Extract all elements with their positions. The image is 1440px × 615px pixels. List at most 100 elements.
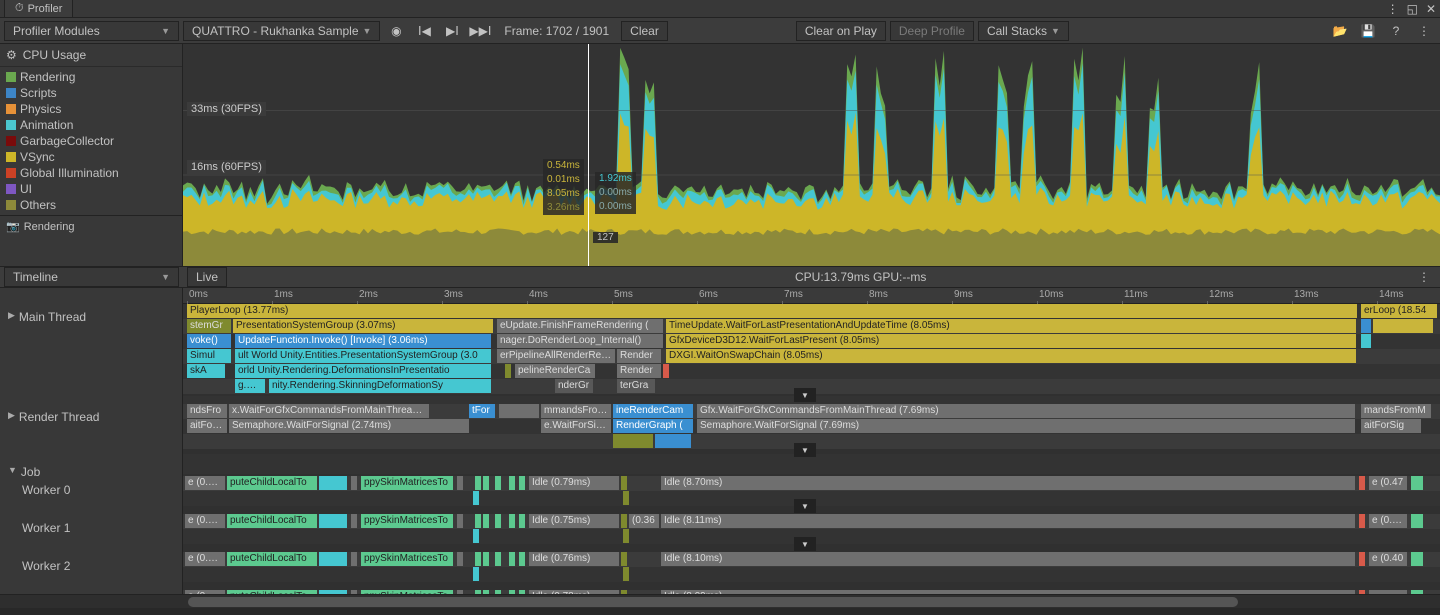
timeline-bar[interactable] <box>473 491 479 505</box>
timeline-bar[interactable]: x.WaitForGfxCommandsFromMainThread (2.74 <box>229 404 429 418</box>
legend-item[interactable]: Physics <box>0 101 182 117</box>
timeline-bar[interactable] <box>663 364 669 378</box>
timeline-bar[interactable] <box>351 552 357 566</box>
timeline-bar[interactable]: Render <box>617 364 661 378</box>
timeline-bar[interactable] <box>509 552 515 566</box>
timeline-bar[interactable] <box>473 529 479 543</box>
timeline-bar[interactable] <box>1373 319 1433 333</box>
record-button[interactable]: ◉ <box>384 22 408 40</box>
legend-item[interactable]: VSync <box>0 149 182 165</box>
timeline-bar[interactable] <box>495 476 501 490</box>
timeline-bar[interactable]: nager.DoRenderLoop_Internal() <box>497 334 663 348</box>
tracks-area[interactable]: 0ms1ms2ms3ms4ms5ms6ms7ms8ms9ms10ms11ms12… <box>183 288 1440 594</box>
rendering-module-header[interactable]: 📷 Rendering <box>0 215 182 237</box>
timeline-bar[interactable] <box>495 514 501 528</box>
legend-item[interactable]: UI <box>0 181 182 197</box>
timeline-bar[interactable]: tFor <box>469 404 495 418</box>
timeline-bar[interactable]: puteChildLocalTo <box>227 514 317 528</box>
timeline-bar[interactable] <box>1411 476 1423 490</box>
timeline-bar[interactable]: DXGI.WaitOnSwapChain (8.05ms) <box>666 349 1356 363</box>
timeline-bar[interactable] <box>621 476 627 490</box>
timeline-bar[interactable] <box>1359 514 1365 528</box>
timeline-bar[interactable] <box>457 514 463 528</box>
timeline-bar[interactable]: PresentationSystemGroup (3.07ms) <box>233 319 493 333</box>
timeline-bar[interactable] <box>495 552 501 566</box>
timeline-bar[interactable]: stemGr <box>187 319 231 333</box>
timeline-bar[interactable]: Semaphore.WaitForSignal (7.69ms) <box>697 419 1355 433</box>
cpu-chart[interactable]: 33ms (30FPS) 16ms (60FPS) 0.54ms 0.01ms … <box>183 44 1440 266</box>
timeline-bar[interactable]: terGra <box>617 379 655 393</box>
timeline-bar[interactable] <box>319 552 347 566</box>
timeline-bar[interactable]: e (0.45m <box>185 476 225 490</box>
h-scrollbar[interactable] <box>0 594 1440 608</box>
timeline-bar[interactable] <box>483 514 489 528</box>
timeline-bar[interactable]: Gfx.WaitForGfxCommandsFromMainThread (7.… <box>697 404 1355 418</box>
timeline-bar[interactable] <box>483 552 489 566</box>
timeline-bar[interactable] <box>499 404 539 418</box>
track-expand-button[interactable]: ▼ <box>794 443 816 457</box>
legend-item[interactable]: Scripts <box>0 85 182 101</box>
worker1-label[interactable]: Worker 1 <box>0 517 182 539</box>
timeline-bar[interactable] <box>519 552 525 566</box>
timeline-bar[interactable]: Idle (0.79ms) <box>529 476 619 490</box>
timeline-bar[interactable]: pelineRenderCa <box>515 364 595 378</box>
timeline-bar[interactable] <box>1359 476 1365 490</box>
timeline-bar[interactable] <box>623 529 629 543</box>
timeline-bar[interactable]: e.WaitForSigna <box>541 419 611 433</box>
timeline-bar[interactable]: ndsFro <box>187 404 227 418</box>
timeline-bar[interactable] <box>475 476 481 490</box>
timeline-bar[interactable]: PlayerLoop (13.77ms) <box>187 304 1357 318</box>
timeline-bar[interactable] <box>509 514 515 528</box>
timeline-bar[interactable] <box>509 476 515 490</box>
target-dropdown[interactable]: QUATTRO - Rukhanka Sample ▼ <box>183 21 380 41</box>
timeline-bar[interactable]: ppySkinMatricesTo <box>361 552 453 566</box>
worker0-label[interactable]: Worker 0 <box>0 479 182 501</box>
timeline-bar[interactable] <box>1359 552 1365 566</box>
timeline-bar[interactable]: e (0.40 <box>1369 552 1407 566</box>
timeline-bar[interactable]: Idle (0.75ms) <box>529 514 619 528</box>
profiler-tab[interactable]: ⏱ Profiler <box>4 0 73 18</box>
frame-end-button[interactable]: ▶▶Ⅰ <box>468 22 492 40</box>
timeline-bar[interactable] <box>475 552 481 566</box>
main-thread-label[interactable]: ▶ Main Thread <box>0 306 182 328</box>
timeline-bar[interactable] <box>1411 552 1423 566</box>
timeline-bar[interactable]: Idle (8.10ms) <box>661 552 1355 566</box>
timeline-bar[interactable]: skA <box>187 364 225 378</box>
load-icon[interactable]: 📂 <box>1328 22 1352 40</box>
timeline-bar[interactable] <box>1411 514 1423 528</box>
timeline-bar[interactable]: (0.36 <box>629 514 659 528</box>
clear-button[interactable]: Clear <box>621 21 668 41</box>
cpu-usage-header[interactable]: ⚙ CPU Usage <box>0 44 182 67</box>
live-button[interactable]: Live <box>187 267 227 287</box>
timeline-bar[interactable]: e (0.47 <box>1369 476 1407 490</box>
timeline-bar[interactable]: e (0.43m <box>185 514 225 528</box>
frame-forward-button[interactable]: ▶Ⅰ <box>440 22 464 40</box>
timeline-bar[interactable]: GfxDeviceD3D12.WaitForLastPresent (8.05m… <box>666 334 1356 348</box>
timeline-bar[interactable]: nderGr <box>555 379 593 393</box>
track-expand-button[interactable]: ▼ <box>794 388 816 402</box>
legend-item[interactable]: Animation <box>0 117 182 133</box>
timeline-bar[interactable]: aitForSig <box>1361 419 1421 433</box>
timeline-bar[interactable]: ppySkinMatricesTo <box>361 476 453 490</box>
timeline-bar[interactable]: Semaphore.WaitForSignal (2.74ms) <box>229 419 469 433</box>
timeline-bar[interactable]: ult World Unity.Entities.PresentationSys… <box>235 349 491 363</box>
timeline-bar[interactable]: Idle (0.76ms) <box>529 552 619 566</box>
timeline-bar[interactable]: erPipelineAllRenderReque <box>497 349 615 363</box>
timeline-bar[interactable] <box>351 514 357 528</box>
h-scrollbar-thumb[interactable] <box>188 597 1238 607</box>
timeline-bar[interactable] <box>613 434 653 448</box>
timeline-bar[interactable] <box>621 514 627 528</box>
playhead[interactable] <box>588 44 589 266</box>
timeline-bar[interactable]: mandsFromM <box>1361 404 1431 418</box>
timeline-bar[interactable] <box>319 476 347 490</box>
timeline-view-dropdown[interactable]: Timeline ▼ <box>4 267 179 287</box>
legend-item[interactable]: GarbageCollector <box>0 133 182 149</box>
timeline-bar[interactable] <box>623 491 629 505</box>
timeline-bar[interactable] <box>475 514 481 528</box>
popout-icon[interactable]: ◱ <box>1407 2 1418 16</box>
timeline-bar[interactable]: RenderGraph ( <box>613 419 693 433</box>
timeline-bar[interactable] <box>519 476 525 490</box>
timeline-bar[interactable]: ineRenderCam <box>613 404 693 418</box>
timeline-bar[interactable] <box>655 434 691 448</box>
timeline-bar[interactable]: e (0.41m <box>1369 514 1407 528</box>
